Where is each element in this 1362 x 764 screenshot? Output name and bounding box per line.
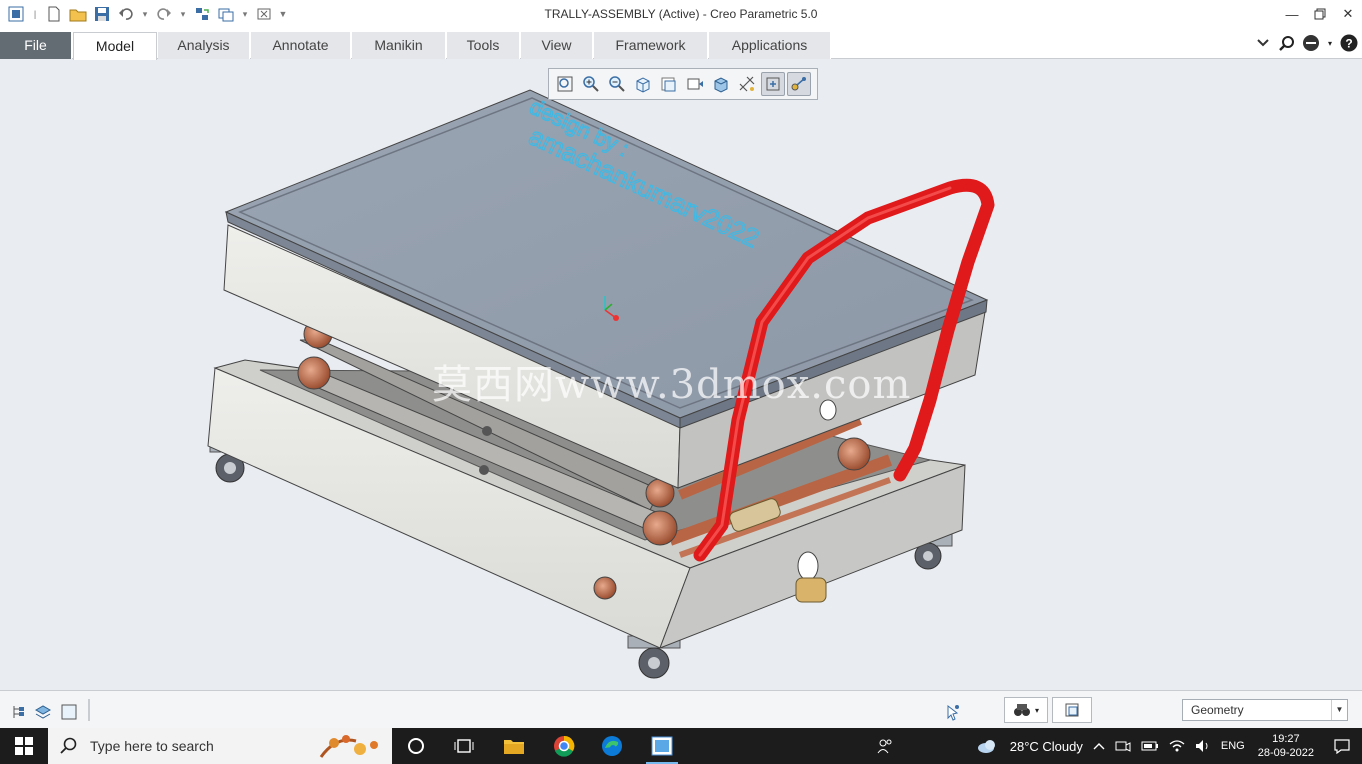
help-dropdown-icon[interactable]: ▾	[1326, 33, 1334, 53]
chevron-down-icon[interactable]: ▼	[1331, 700, 1347, 720]
open-icon[interactable]	[68, 4, 88, 24]
spin-center-icon[interactable]	[761, 72, 785, 96]
search-highlight-icon	[319, 735, 378, 758]
tab-model[interactable]: Model	[73, 32, 157, 60]
help-menu-icon[interactable]	[1302, 33, 1320, 53]
smart-select-icon[interactable]	[944, 703, 962, 721]
windows-logo-icon	[15, 737, 33, 755]
help-icon[interactable]: ?	[1340, 33, 1358, 53]
language-indicator[interactable]: ENG	[1216, 728, 1250, 764]
view-manager-icon[interactable]	[657, 72, 681, 96]
svg-text:?: ?	[1345, 37, 1352, 51]
ribbon-tools: ▾ ?	[1254, 33, 1358, 53]
graphics-window[interactable]: design by : amachankumarv2022 莫西网www.3dm…	[0, 60, 1362, 690]
tab-analysis[interactable]: Analysis	[158, 32, 250, 59]
quick-access-toolbar: | ▾ ▾ ▾ ▼	[6, 4, 288, 24]
battery-icon[interactable]	[1136, 728, 1164, 764]
toolbar-separator: |	[33, 9, 37, 19]
volume-icon[interactable]	[1190, 728, 1216, 764]
tab-manikin[interactable]: Manikin	[352, 32, 446, 59]
tab-view[interactable]: View	[521, 32, 593, 59]
cortana-icon[interactable]	[392, 728, 440, 764]
windows-icon[interactable]	[216, 4, 236, 24]
meet-now-icon[interactable]	[1110, 728, 1136, 764]
show-hide-icon[interactable]	[60, 703, 78, 721]
file-explorer-icon[interactable]	[490, 728, 538, 764]
status-separator	[88, 699, 90, 721]
find-icon[interactable]: ▾	[1004, 697, 1048, 723]
repaint-icon[interactable]	[631, 72, 655, 96]
redo-dropdown-icon[interactable]: ▾	[178, 4, 188, 24]
find-dropdown-icon[interactable]: ▾	[1035, 706, 1039, 715]
search-placeholder: Type here to search	[90, 738, 214, 754]
close-icon[interactable]: ✕	[1334, 0, 1362, 28]
weather-icon[interactable]	[971, 728, 1005, 764]
clock[interactable]: 19:27 28-09-2022	[1250, 732, 1322, 760]
wifi-icon[interactable]	[1164, 728, 1190, 764]
display-style-icon[interactable]	[709, 72, 733, 96]
selection-box-icon[interactable]	[1052, 697, 1092, 723]
layers-icon[interactable]	[34, 703, 52, 721]
tray-overflow-icon[interactable]	[1088, 728, 1110, 764]
datum-display-icon[interactable]	[735, 72, 759, 96]
new-icon[interactable]	[44, 4, 64, 24]
title-bar: | ▾ ▾ ▾ ▼ TRALLY-ASSEMBLY (Active) - Cre…	[0, 0, 1362, 30]
collapse-ribbon-icon[interactable]	[1254, 33, 1272, 53]
restore-icon[interactable]	[1306, 0, 1334, 28]
selection-filter-dropdown[interactable]: Geometry ▼	[1182, 699, 1348, 721]
search-icon	[60, 737, 77, 754]
chrome-icon[interactable]	[540, 728, 588, 764]
graphics-toolbar	[548, 68, 818, 100]
zoom-in-icon[interactable]	[579, 72, 603, 96]
notifications-icon[interactable]	[1322, 728, 1362, 764]
save-icon[interactable]	[92, 4, 112, 24]
saved-orientations-icon[interactable]	[683, 72, 707, 96]
window-controls: — ✕	[1278, 0, 1362, 28]
model-tree-icon[interactable]	[10, 703, 28, 721]
taskbar-search-box[interactable]: Type here to search	[48, 728, 392, 764]
start-button[interactable]	[0, 728, 48, 764]
close-window-icon[interactable]	[254, 4, 274, 24]
tab-annotate[interactable]: Annotate	[251, 32, 351, 59]
undo-icon[interactable]	[116, 4, 136, 24]
app-icon[interactable]	[6, 4, 26, 24]
windows-dropdown-icon[interactable]: ▾	[240, 4, 250, 24]
regenerate-icon[interactable]	[192, 4, 212, 24]
edge-icon[interactable]	[588, 728, 636, 764]
refit-icon[interactable]	[553, 72, 577, 96]
redo-icon[interactable]	[154, 4, 174, 24]
system-tray: 28°C Cloudy ENG 19:27 28-09-2022	[865, 728, 1362, 764]
task-view-icon[interactable]	[440, 728, 488, 764]
undo-dropdown-icon[interactable]: ▾	[140, 4, 150, 24]
minimize-icon[interactable]: —	[1278, 0, 1306, 28]
creo-icon[interactable]	[638, 728, 686, 764]
customize-icon[interactable]: ▼	[278, 4, 288, 24]
zoom-out-icon[interactable]	[605, 72, 629, 96]
tab-file[interactable]: File	[0, 32, 72, 59]
ribbon-tab-bar: File Model Analysis Annotate Manikin Too…	[0, 30, 1362, 60]
people-icon[interactable]	[865, 728, 905, 764]
trolley-assembly-model[interactable]: design by : amachankumarv2022	[0, 60, 1362, 690]
annotation-display-icon[interactable]	[787, 72, 811, 96]
search-icon[interactable]	[1278, 33, 1296, 53]
status-bar: ▾ Geometry ▼	[0, 690, 1362, 728]
tab-applications[interactable]: Applications	[709, 32, 831, 59]
tab-framework[interactable]: Framework	[594, 32, 708, 59]
clock-date: 28-09-2022	[1257, 747, 1314, 759]
clock-time: 19:27	[1272, 733, 1300, 745]
filter-value: Geometry	[1191, 703, 1244, 717]
tab-tools[interactable]: Tools	[447, 32, 520, 59]
windows-taskbar: Type here to search 28°C Cloudy ENG 19:2…	[0, 728, 1362, 764]
weather-text[interactable]: 28°C Cloudy	[1005, 728, 1088, 764]
